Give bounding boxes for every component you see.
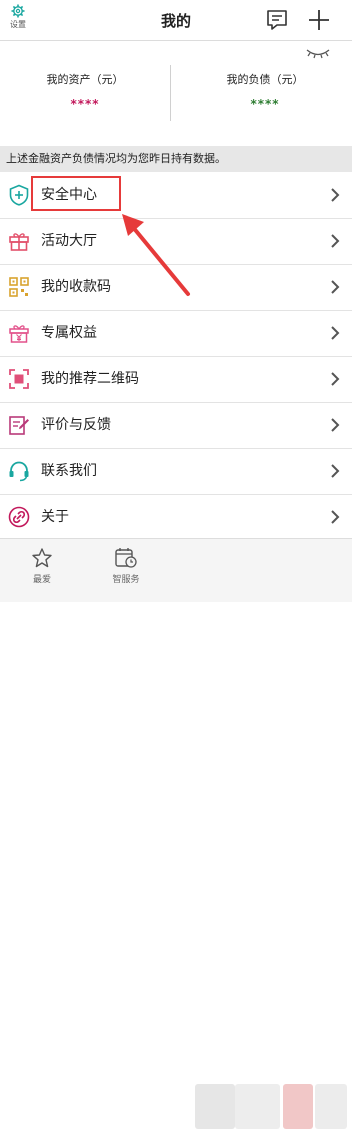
- assets-value: ****: [70, 97, 100, 111]
- blurred-region: [283, 1084, 313, 1129]
- chevron-right-icon: [331, 464, 340, 478]
- chevron-right-icon: [331, 372, 340, 386]
- blurred-region: [315, 1084, 347, 1129]
- notice-banner: 上述金融资产负债情况均为您昨日持有数据。: [0, 146, 352, 172]
- menu-item-label: 评价与反馈: [41, 417, 111, 433]
- menu-item-label: 联系我们: [41, 463, 97, 479]
- link-icon: [8, 506, 30, 528]
- chevron-right-icon: [331, 510, 340, 524]
- top-bar: 设置 我的: [0, 0, 352, 41]
- menu-item-label: 活动大厅: [41, 233, 97, 249]
- divider: [170, 65, 171, 121]
- gift-yen-icon: [9, 325, 29, 343]
- menu-item-contact-us[interactable]: 联系我们: [0, 449, 352, 495]
- blurred-region: [195, 1084, 235, 1129]
- chevron-right-icon: [331, 234, 340, 248]
- message-button[interactable]: [265, 8, 289, 32]
- chevron-right-icon: [331, 188, 340, 202]
- menu-item-about[interactable]: 关于: [0, 495, 352, 541]
- tab-favorites[interactable]: 最爱: [12, 547, 72, 585]
- feedback-icon: [9, 416, 29, 435]
- annotation-arrow: [122, 214, 190, 296]
- tab-label: 最爱: [32, 575, 51, 585]
- calendar-clock-icon: [115, 548, 137, 568]
- menu-item-label: 专属权益: [41, 325, 97, 341]
- chevron-right-icon: [331, 418, 340, 432]
- hide-eye-icon[interactable]: [305, 47, 331, 59]
- bottom-tab-bar: 最爱 智服务: [0, 538, 352, 1129]
- plus-icon: [309, 10, 329, 30]
- gear-icon: [11, 4, 25, 18]
- scan-qr-icon: [9, 369, 29, 389]
- settings-label: 设置: [10, 20, 26, 29]
- gift-icon: [9, 233, 29, 251]
- menu-item-label: 我的推荐二维码: [41, 371, 139, 387]
- assets-label: 我的资产（元）: [46, 73, 124, 86]
- qr-code-icon: [9, 277, 29, 297]
- liabilities-label: 我的负债（元）: [226, 73, 304, 86]
- chevron-right-icon: [331, 326, 340, 340]
- menu-item-referral-qr[interactable]: 我的推荐二维码: [0, 357, 352, 403]
- menu-item-label: 我的收款码: [41, 279, 111, 295]
- shield-plus-icon: [9, 184, 29, 206]
- tab-smart-service[interactable]: 智服务: [96, 547, 156, 585]
- settings-button[interactable]: 设置: [6, 4, 30, 30]
- headset-icon: [9, 461, 29, 482]
- assets-summary: 我的资产（元） **** 我的负债（元） ****: [0, 41, 352, 145]
- highlight-box: [31, 176, 121, 211]
- menu-item-exclusive-benefits[interactable]: 专属权益: [0, 311, 352, 357]
- liabilities-value: ****: [250, 97, 280, 111]
- menu-item-feedback[interactable]: 评价与反馈: [0, 403, 352, 449]
- add-button[interactable]: [307, 8, 331, 32]
- star-icon: [32, 548, 52, 568]
- my-liabilities[interactable]: 我的负债（元） ****: [180, 71, 350, 111]
- my-assets[interactable]: 我的资产（元） ****: [0, 71, 170, 111]
- blurred-region: [235, 1084, 280, 1129]
- message-icon: [267, 10, 287, 30]
- chevron-right-icon: [331, 280, 340, 294]
- menu-item-label: 关于: [41, 509, 69, 525]
- tab-label: 智服务: [112, 575, 140, 585]
- page-title: 我的: [160, 12, 191, 30]
